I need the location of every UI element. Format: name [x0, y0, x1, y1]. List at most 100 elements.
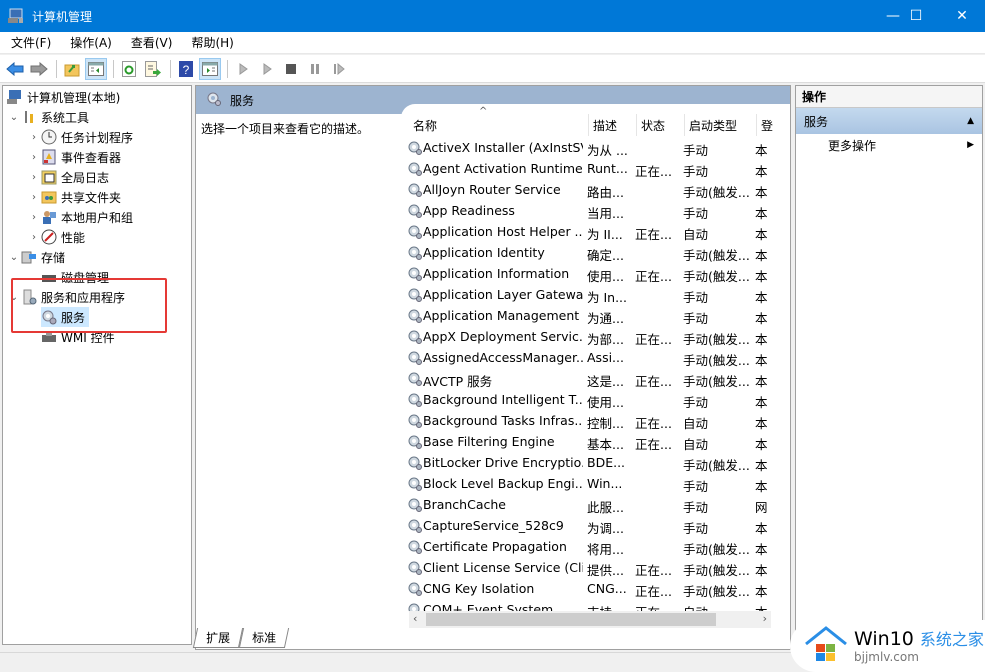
service-logon-as: 本 [755, 416, 768, 431]
annotation-highlight-box [11, 278, 167, 333]
chevron-right-icon[interactable]: › [27, 152, 41, 163]
chevron-right-icon[interactable]: › [27, 192, 41, 203]
service-status: 正在... [635, 416, 672, 431]
service-row[interactable]: Client License Service (Cli... 提供... 正在...… [401, 558, 771, 579]
service-row[interactable]: Certificate Propagation 将用... 手动(触发... 本 [401, 537, 771, 558]
tools-icon [21, 109, 37, 125]
service-startup-type: 手动(触发... [683, 458, 750, 473]
service-name: Client License Service (Cli... [423, 560, 583, 575]
horizontal-scrollbar[interactable]: ‹ › [409, 611, 771, 628]
restart-service-button[interactable] [328, 58, 350, 80]
watermark-brand: Win10 [854, 627, 914, 650]
start-service-button[interactable] [232, 58, 254, 80]
service-name: AppX Deployment Servic... [423, 329, 583, 344]
scroll-left-icon[interactable]: ‹ [413, 612, 417, 625]
menu-file[interactable]: 文件(F) [0, 34, 59, 51]
start-service-alt-icon [263, 62, 272, 75]
tab-extended[interactable]: 扩展 [192, 628, 244, 648]
service-row[interactable]: CNG Key Isolation CNG... 正在... 手动(触发... 本 [401, 579, 771, 600]
menu-help[interactable]: 帮助(H) [180, 34, 241, 51]
column-header-description[interactable]: 描述 [589, 114, 637, 136]
service-description: 为 In... [587, 290, 628, 305]
service-status: 正在... [635, 374, 672, 389]
chevron-right-icon[interactable]: › [27, 172, 41, 183]
show-hide-tree-button[interactable] [85, 57, 107, 80]
service-startup-type: 手动(触发... [683, 353, 750, 368]
service-row[interactable]: App Readiness 当用... 手动 本 [401, 201, 771, 222]
actions-section-services[interactable]: 服务 ▲ [796, 108, 982, 134]
tab-standard[interactable]: 标准 [238, 628, 290, 648]
close-button[interactable]: ✕ [939, 0, 985, 32]
toolbar: ? [0, 55, 985, 83]
service-logon-as: 本 [755, 269, 768, 284]
help-button[interactable]: ? [175, 58, 197, 80]
tree-root[interactable]: 计算机管理(本地) [7, 87, 120, 107]
scroll-right-icon[interactable]: › [763, 612, 767, 625]
tree-item-task-scheduler[interactable]: › 任务计划程序 [27, 127, 133, 147]
restart-service-icon [334, 62, 345, 75]
column-header-name[interactable]: 名称 ^ [409, 106, 589, 136]
service-row[interactable]: Application Layer Gatewa... 为 In... 手动 本 [401, 285, 771, 306]
tree-item-local-users[interactable]: › 本地用户和组 [27, 207, 133, 227]
chevron-down-icon[interactable]: ⌄ [7, 112, 21, 123]
start-service-alt-button[interactable] [256, 58, 278, 80]
service-row[interactable]: Agent Activation Runtime... Runt... 正在... 手… [401, 159, 771, 180]
service-row[interactable]: Base Filtering Engine 基本... 正在... 自动 本 [401, 432, 771, 453]
tree-item-performance[interactable]: › 性能 [27, 227, 85, 247]
service-startup-type: 手动(触发... [683, 584, 750, 599]
scrollbar-thumb[interactable] [426, 613, 716, 626]
chevron-right-icon[interactable]: › [27, 132, 41, 143]
tree-label: 事件查看器 [61, 150, 122, 165]
column-header-startup-type[interactable]: 启动类型 [685, 114, 757, 136]
column-header-logon-as[interactable]: 登 [757, 114, 777, 136]
show-hide-action-pane-button[interactable] [199, 57, 221, 80]
action-more-actions[interactable]: 更多操作 ▶ [796, 134, 982, 156]
watermark-url: bjjmlv.com [854, 649, 919, 664]
menu-action[interactable]: 操作(A) [59, 34, 120, 51]
service-name: BranchCache [423, 497, 506, 512]
forward-button[interactable] [28, 58, 50, 80]
service-logon-as: 本 [755, 437, 768, 452]
service-row[interactable]: Background Intelligent T... 使用... 手动 本 [401, 390, 771, 411]
pause-service-button[interactable] [304, 58, 326, 80]
export-list-button[interactable] [142, 58, 164, 80]
collapse-up-icon[interactable]: ▲ [967, 116, 974, 126]
storage-icon [21, 249, 37, 265]
service-logon-as: 本 [755, 584, 768, 599]
service-row[interactable]: AllJoyn Router Service 路由... 手动(触发... 本 [401, 180, 771, 201]
menu-view[interactable]: 查看(V) [120, 34, 181, 51]
submenu-arrow-icon: ▶ [967, 140, 974, 150]
maximize-button[interactable]: ☐ [893, 0, 939, 32]
service-description: Assi... [587, 350, 624, 365]
column-header-status[interactable]: 状态 [637, 114, 685, 136]
service-name: Block Level Backup Engi... [423, 476, 583, 491]
back-button[interactable] [4, 58, 26, 80]
service-row[interactable]: BranchCache 此服... 手动 网 [401, 495, 771, 516]
chevron-right-icon[interactable]: › [27, 232, 41, 243]
service-row[interactable]: Application Host Helper ... 为 II... 正在... 自… [401, 222, 771, 243]
service-row[interactable]: Block Level Backup Engi... Win... 手动 本 [401, 474, 771, 495]
service-row[interactable]: AppX Deployment Servic... 为部... 正在... 手动(触发… [401, 327, 771, 348]
up-button[interactable] [61, 58, 83, 80]
refresh-button[interactable] [118, 58, 140, 80]
stop-service-button[interactable] [280, 58, 302, 80]
chevron-down-icon[interactable]: ⌄ [7, 252, 21, 263]
tree-item-storage[interactable]: ⌄ 存储 [7, 247, 65, 267]
chevron-right-icon[interactable]: › [27, 212, 41, 223]
tree-item-shared-folders[interactable]: › 共享文件夹 [27, 187, 121, 207]
service-row[interactable]: CaptureService_528c9 为调... 手动 本 [401, 516, 771, 537]
service-row[interactable]: AssignedAccessManager... Assi... 手动(触发... 本 [401, 348, 771, 369]
service-row[interactable]: Application Management 为通... 手动 本 [401, 306, 771, 327]
service-row[interactable]: Background Tasks Infras... 控制... 正在... 自动 本 [401, 411, 771, 432]
tree-item-event-viewer[interactable]: › 事件查看器 [27, 147, 121, 167]
service-row[interactable]: ActiveX Installer (AxInstSV) 为从 ... 手动 本 [401, 138, 771, 159]
service-row[interactable]: Application Identity 确定... 手动(触发... 本 [401, 243, 771, 264]
tree-item-system-tools[interactable]: ⌄ 系统工具 [7, 107, 89, 127]
service-row[interactable]: Application Information 使用... 正在... 手动(触发..… [401, 264, 771, 285]
watermark: Win10 系统之家 bjjmlv.com [790, 620, 985, 672]
service-row[interactable]: BitLocker Drive Encryptio... BDE... 手动(触发.… [401, 453, 771, 474]
back-icon [6, 61, 24, 76]
tree-item-global-log[interactable]: › 全局日志 [27, 167, 109, 187]
service-row[interactable]: AVCTP 服务 这是... 正在... 手动(触发... 本 [401, 369, 771, 390]
service-description: 提供... [587, 563, 624, 578]
